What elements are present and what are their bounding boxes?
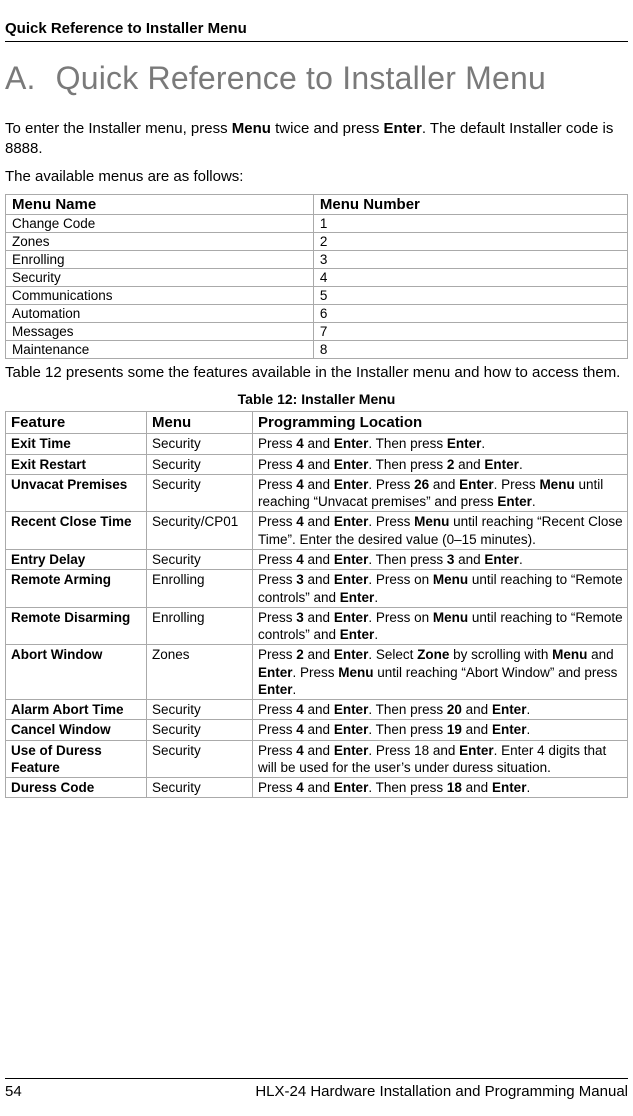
table-header: Menu	[147, 412, 253, 434]
table-header: Programming Location	[253, 412, 628, 434]
title-text: Quick Reference to Installer Menu	[56, 60, 546, 96]
location-cell: Press 2 and Enter. Select Zone by scroll…	[253, 645, 628, 700]
location-cell: Press 4 and Enter. Then press 18 and Ent…	[253, 778, 628, 798]
table-header: Menu Number	[313, 195, 627, 215]
table-cell: 2	[313, 233, 627, 251]
menu-cell: Security	[147, 549, 253, 569]
table-row: Security4	[6, 269, 628, 287]
intro-paragraph-2: The available menus are as follows:	[5, 167, 628, 187]
menu-cell: Security	[147, 434, 253, 454]
feature-cell: Exit Time	[6, 434, 147, 454]
menu-cell: Zones	[147, 645, 253, 700]
feature-cell: Abort Window	[6, 645, 147, 700]
page-number: 54	[5, 1083, 22, 1100]
installer-menu-table: FeatureMenuProgramming Location Exit Tim…	[5, 411, 628, 798]
location-cell: Press 4 and Enter. Press 26 and Enter. P…	[253, 474, 628, 512]
table-row: Maintenance8	[6, 341, 628, 359]
table-cell: 7	[313, 323, 627, 341]
table-row: Remote DisarmingEnrollingPress 3 and Ent…	[6, 607, 628, 645]
location-cell: Press 4 and Enter. Then press 19 and Ent…	[253, 720, 628, 740]
page-footer: 54 HLX-24 Hardware Installation and Prog…	[5, 1078, 628, 1100]
feature-cell: Remote Arming	[6, 570, 147, 608]
table-cell: 5	[313, 287, 627, 305]
menu-cell: Security	[147, 720, 253, 740]
table-row: Cancel WindowSecurityPress 4 and Enter. …	[6, 720, 628, 740]
menu-cell: Security	[147, 700, 253, 720]
table-row: Remote ArmingEnrollingPress 3 and Enter.…	[6, 570, 628, 608]
table-cell: 4	[313, 269, 627, 287]
table-row: Zones2	[6, 233, 628, 251]
intro-paragraph-1: To enter the Installer menu, press Menu …	[5, 119, 628, 159]
table-row: Messages7	[6, 323, 628, 341]
running-header: Quick Reference to Installer Menu	[5, 20, 628, 42]
feature-cell: Alarm Abort Time	[6, 700, 147, 720]
menu-cell: Security	[147, 740, 253, 778]
table-cell: Messages	[6, 323, 314, 341]
menu-cell: Security/CP01	[147, 512, 253, 550]
menu-cell: Security	[147, 474, 253, 512]
title-number: A.	[5, 60, 36, 97]
table-row: Communications5	[6, 287, 628, 305]
menu-cell: Security	[147, 778, 253, 798]
table-row: Abort WindowZonesPress 2 and Enter. Sele…	[6, 645, 628, 700]
feature-cell: Entry Delay	[6, 549, 147, 569]
location-cell: Press 4 and Enter. Then press 3 and Ente…	[253, 549, 628, 569]
menu-cell: Enrolling	[147, 570, 253, 608]
table-cell: Automation	[6, 305, 314, 323]
feature-cell: Remote Disarming	[6, 607, 147, 645]
table-row: Change Code1	[6, 215, 628, 233]
table-intro-paragraph: Table 12 presents some the features avai…	[5, 363, 628, 383]
feature-cell: Duress Code	[6, 778, 147, 798]
table-cell: Maintenance	[6, 341, 314, 359]
table-cell: 3	[313, 251, 627, 269]
table-row: Alarm Abort TimeSecurityPress 4 and Ente…	[6, 700, 628, 720]
table-cell: 8	[313, 341, 627, 359]
table-row: Recent Close TimeSecurity/CP01Press 4 an…	[6, 512, 628, 550]
table-row: Duress CodeSecurityPress 4 and Enter. Th…	[6, 778, 628, 798]
menu-cell: Enrolling	[147, 607, 253, 645]
location-cell: Press 4 and Enter. Press 18 and Enter. E…	[253, 740, 628, 778]
table-cell: 6	[313, 305, 627, 323]
location-cell: Press 4 and Enter. Then press 2 and Ente…	[253, 454, 628, 474]
table-cell: Change Code	[6, 215, 314, 233]
table-row: Unvacat PremisesSecurityPress 4 and Ente…	[6, 474, 628, 512]
feature-cell: Recent Close Time	[6, 512, 147, 550]
menu-cell: Security	[147, 454, 253, 474]
table-cell: Communications	[6, 287, 314, 305]
table-row: Enrolling3	[6, 251, 628, 269]
feature-cell: Unvacat Premises	[6, 474, 147, 512]
feature-cell: Use of Duress Feature	[6, 740, 147, 778]
menu-number-table: Menu NameMenu Number Change Code1Zones2E…	[5, 194, 628, 359]
table-header: Menu Name	[6, 195, 314, 215]
page-title: A. Quick Reference to Installer Menu	[5, 60, 628, 97]
location-cell: Press 4 and Enter. Then press 20 and Ent…	[253, 700, 628, 720]
location-cell: Press 4 and Enter. Then press Enter.	[253, 434, 628, 454]
location-cell: Press 3 and Enter. Press on Menu until r…	[253, 570, 628, 608]
location-cell: Press 4 and Enter. Press Menu until reac…	[253, 512, 628, 550]
table-caption: Table 12: Installer Menu	[5, 391, 628, 407]
feature-cell: Exit Restart	[6, 454, 147, 474]
location-cell: Press 3 and Enter. Press on Menu until r…	[253, 607, 628, 645]
table-cell: Security	[6, 269, 314, 287]
table-cell: 1	[313, 215, 627, 233]
table-cell: Enrolling	[6, 251, 314, 269]
table-row: Automation6	[6, 305, 628, 323]
document-title-footer: HLX-24 Hardware Installation and Program…	[255, 1083, 628, 1100]
table-row: Exit RestartSecurityPress 4 and Enter. T…	[6, 454, 628, 474]
table-header: Feature	[6, 412, 147, 434]
feature-cell: Cancel Window	[6, 720, 147, 740]
table-row: Exit TimeSecurityPress 4 and Enter. Then…	[6, 434, 628, 454]
table-row: Use of Duress FeatureSecurityPress 4 and…	[6, 740, 628, 778]
table-row: Entry DelaySecurityPress 4 and Enter. Th…	[6, 549, 628, 569]
table-cell: Zones	[6, 233, 314, 251]
